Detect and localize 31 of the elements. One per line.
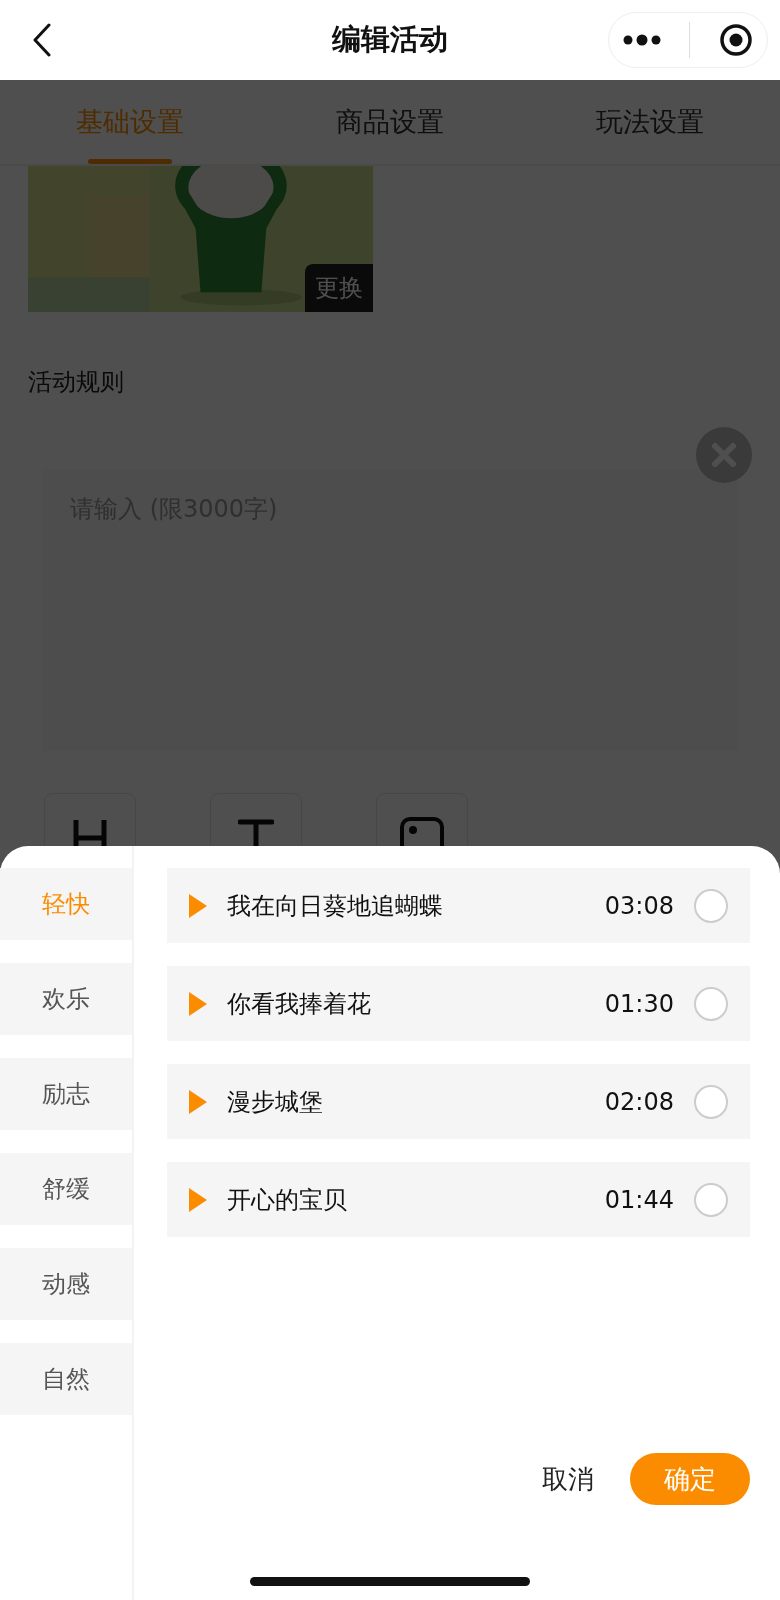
song-item[interactable]: 我在向日葵地追蝴蝶 03:08 <box>167 868 750 943</box>
page-title: 编辑活动 <box>332 21 448 58</box>
song-item[interactable]: 你看我捧着花 01:30 <box>167 966 750 1041</box>
play-icon[interactable] <box>189 1187 207 1212</box>
radio-button[interactable] <box>694 986 728 1021</box>
rules-label: 活动规则 <box>28 367 125 398</box>
play-icon[interactable] <box>189 893 207 918</box>
song-item[interactable]: 开心的宝贝 01:44 <box>167 1162 750 1237</box>
radio-button[interactable] <box>694 888 728 923</box>
song-duration: 02:08 <box>604 1087 674 1116</box>
song-title: 漫步城堡 <box>227 1086 324 1118</box>
cancel-button[interactable]: 取消 <box>536 1460 600 1498</box>
category-item[interactable]: 欢乐 <box>0 963 132 1035</box>
category-item[interactable]: 励志 <box>0 1058 132 1130</box>
close-mini-program-icon[interactable] <box>718 23 753 57</box>
radio-button[interactable] <box>694 1182 728 1217</box>
category-item[interactable]: 自然 <box>0 1343 132 1415</box>
category-item[interactable]: 动感 <box>0 1248 132 1320</box>
back-icon[interactable] <box>32 23 52 57</box>
song-duration: 01:44 <box>604 1185 674 1214</box>
play-icon[interactable] <box>189 1089 207 1114</box>
radio-button[interactable] <box>694 1084 728 1119</box>
song-duration: 01:30 <box>604 989 674 1018</box>
category-item[interactable]: 舒缓 <box>0 1153 132 1225</box>
play-icon[interactable] <box>189 991 207 1016</box>
song-duration: 03:08 <box>604 891 674 920</box>
song-item[interactable]: 漫步城堡 02:08 <box>167 1064 750 1139</box>
song-title: 我在向日葵地追蝴蝶 <box>227 890 444 922</box>
more-icon[interactable] <box>623 34 662 46</box>
song-title: 开心的宝贝 <box>227 1184 348 1216</box>
song-title: 你看我捧着花 <box>227 988 372 1020</box>
